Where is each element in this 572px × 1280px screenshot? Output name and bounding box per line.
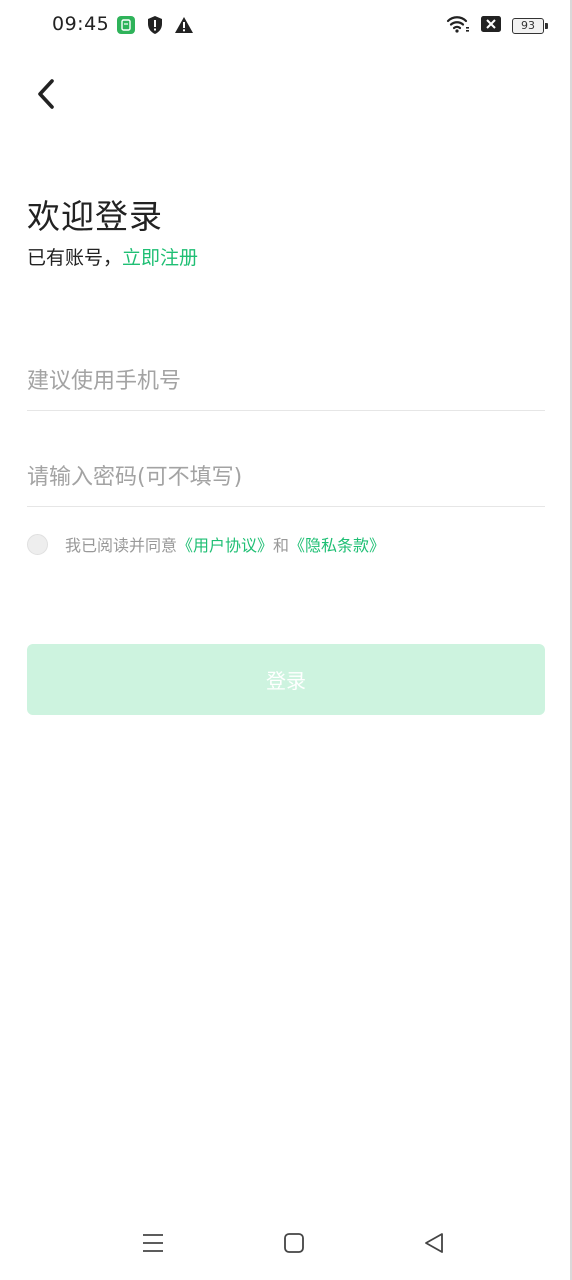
nav-back-button[interactable]	[411, 1222, 457, 1268]
status-bar: 09:45 93	[0, 0, 572, 52]
app-notification-icon	[116, 15, 136, 39]
home-square-icon	[283, 1232, 305, 1258]
nav-home-button[interactable]	[271, 1222, 317, 1268]
system-nav-bar	[0, 1222, 572, 1268]
register-prompt-text: 已有账号，	[27, 247, 123, 269]
chevron-left-icon	[35, 77, 57, 115]
page-title: 欢迎登录	[27, 197, 163, 236]
wifi-icon	[446, 14, 470, 38]
agreement-row: 我已阅读并同意 《用户协议》 和 《隐私条款》	[27, 532, 385, 556]
register-link[interactable]: 立即注册	[122, 247, 198, 269]
password-input[interactable]	[27, 448, 545, 506]
battery-icon: 93	[512, 18, 548, 34]
status-time: 09:45	[52, 13, 110, 35]
login-button[interactable]: 登录	[27, 644, 545, 715]
agreement-and: 和	[273, 536, 290, 555]
status-icons-right: 93	[446, 14, 548, 38]
user-agreement-link[interactable]: 《用户协议》	[177, 532, 273, 556]
password-field	[27, 448, 545, 507]
nav-menu-button[interactable]	[130, 1222, 176, 1268]
status-icons-left	[116, 15, 194, 39]
shield-icon	[146, 15, 164, 39]
warning-icon	[174, 16, 194, 38]
register-prompt: 已有账号，立即注册	[27, 243, 198, 270]
privacy-policy-link[interactable]: 《隐私条款》	[289, 532, 385, 556]
back-button[interactable]	[26, 74, 66, 118]
agreement-prefix: 我已阅读并同意	[65, 536, 178, 555]
agree-checkbox[interactable]	[27, 533, 48, 555]
phone-input[interactable]	[27, 352, 545, 410]
no-sim-icon	[480, 15, 502, 37]
menu-icon	[142, 1233, 164, 1257]
phone-field	[27, 352, 545, 411]
back-triangle-icon	[423, 1232, 445, 1258]
